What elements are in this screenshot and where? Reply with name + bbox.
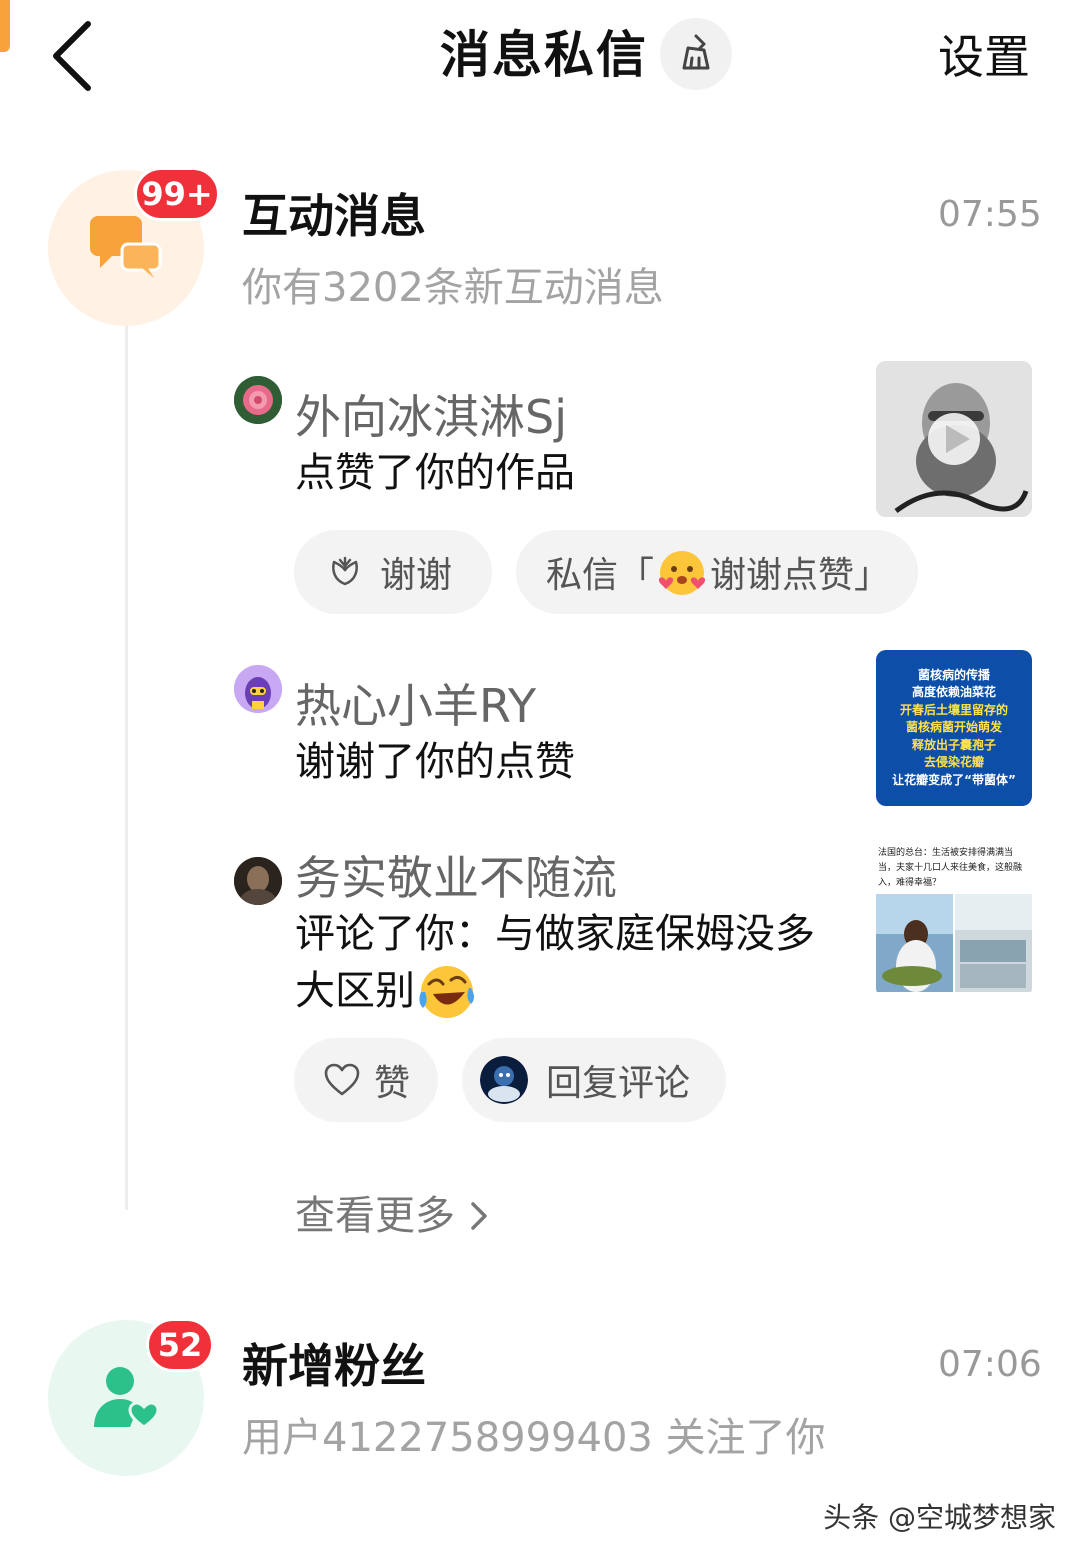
dm-prefix-label: 私信「 [546,555,655,596]
comment-text-line1: 评论了你：与做家庭保姆没多 [295,911,815,957]
see-more-link[interactable]: 查看更多 [295,1188,491,1244]
thumbnail-text-line: 高度依赖油菜花 [911,685,996,700]
followers-subtitle: 用户4122758999403 关注了你 [242,1415,826,1461]
user-name[interactable]: 外向冰淇淋Sj [295,386,567,448]
post-thumbnail[interactable]: 菌核病的传播 高度依赖油菜花 开春后土壤里留存的 菌核病菌开始萌发 释放出子囊孢… [876,650,1032,806]
corner-accent [0,0,10,52]
comment-text-line2: 大区别 [295,962,477,1020]
broom-icon [682,34,710,70]
photo-collage-image [876,894,1032,992]
thanks-label: 谢谢 [380,555,453,596]
interaction-unread-badge: 99+ [134,167,220,221]
thumbnail-text-line: 菌核病菌开始萌发 [905,720,1002,735]
see-more-label: 查看更多 [295,1193,455,1239]
watermark: 头条 @空城梦想家 [823,1501,1056,1534]
my-avatar-icon [480,1056,528,1104]
user-avatar[interactable] [234,665,282,713]
dm-text-label: 谢谢点赞」 [710,555,891,596]
chevron-right-icon [471,1202,487,1230]
user-avatar[interactable] [234,857,282,905]
clear-unread-button[interactable] [660,18,732,90]
interaction-title[interactable]: 互动消息 [242,186,426,246]
reply-label: 回复评论 [546,1063,691,1104]
reply-comment-button[interactable]: 回复评论 [462,1038,726,1122]
like-label: 赞 [374,1063,411,1104]
like-comment-button[interactable]: 赞 [294,1038,438,1122]
interaction-subtitle: 你有3202条新互动消息 [242,265,664,311]
thumbnail-text-line: 开春后土壤里留存的 [899,702,1008,717]
action-text: 点赞了你的作品 [295,450,575,496]
heart-outline-icon [324,1063,360,1096]
video-thumbnail[interactable] [876,361,1032,517]
followers-title[interactable]: 新增粉丝 [242,1336,426,1396]
back-button[interactable] [40,18,110,94]
thumbnail-text-line: 让花瓣变成了“带菌体” [892,772,1016,787]
video-thumbnail-image [876,361,1032,517]
chat-bubbles-icon [90,216,162,278]
thumbnail-text-line: 菌核病的传播 [917,667,990,682]
dm-thanks-button[interactable]: 私信「 谢谢点赞」 [516,530,918,614]
timeline-line [125,325,128,1210]
interaction-time: 07:55 [938,194,1042,235]
thanks-button[interactable]: 谢谢 [294,530,492,614]
user-heart-icon [94,1367,160,1429]
followers-time: 07:06 [938,1344,1042,1385]
flower-icon [332,556,358,586]
portrait-avatar-image [234,857,282,905]
thumbnail-caption: 法国的总台：生活被安排得满满当当，夫家十几口人来往美食，这般融入，难得幸福？ [878,848,1023,888]
thumbnail-text-line: 去侵染花瓣 [923,755,984,770]
thumbnail-text-line: 释放出子囊孢子 [911,737,996,752]
settings-button[interactable]: 设置 [938,28,1030,86]
user-name[interactable]: 务实敬业不随流 [295,847,617,909]
user-name[interactable]: 热心小羊RY [295,675,536,737]
cartoon-avatar-image [234,665,282,713]
rose-avatar-image [234,376,282,424]
page-title: 消息私信 [440,26,648,84]
user-avatar[interactable] [234,376,282,424]
chevron-left-icon [53,21,91,91]
comment-text: 大区别 [295,968,415,1014]
post-thumbnail[interactable]: 法国的总台：生活被安排得满满当当，夫家十几口人来往美食，这般融入，难得幸福？ [876,842,1032,998]
laughing-emoji-icon [419,966,474,1018]
action-text: 谢谢了你的点赞 [295,739,575,785]
blush-emoji-icon [658,551,706,595]
followers-unread-badge: 52 [146,1318,214,1372]
